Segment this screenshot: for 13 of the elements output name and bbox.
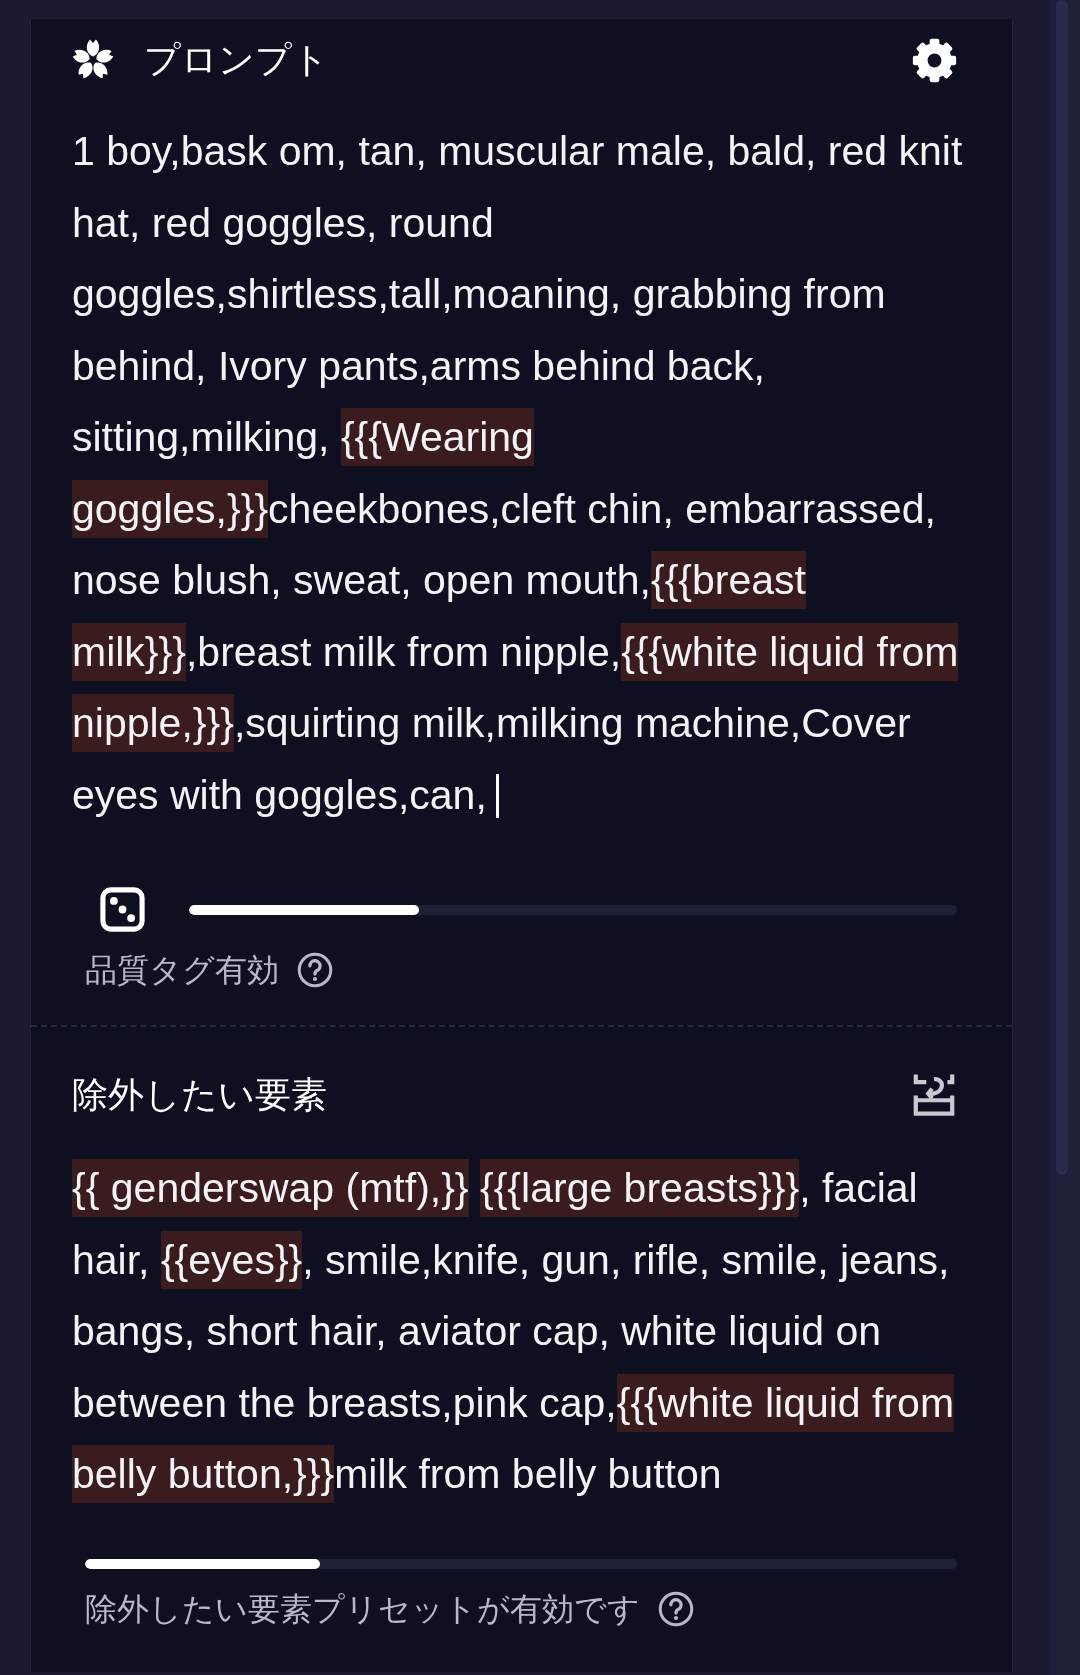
- settings-icon[interactable]: [912, 37, 957, 83]
- help-icon[interactable]: [658, 1590, 694, 1627]
- section-title: 除外したい要素: [72, 1072, 327, 1117]
- slider-track[interactable]: [85, 1558, 957, 1569]
- section-title: プロンプト: [144, 38, 329, 82]
- flower-icon: [72, 39, 114, 81]
- quality-tags-label: 品質タグ有効: [85, 951, 279, 990]
- preset-label: 除外したい要素プリセットが有効です: [85, 1589, 640, 1629]
- undesired-text[interactable]: {{ genderswap (mtf),}} {{{large breasts}}}, facial hair, {{eyes}}, smile,knife, gun, rifle, smile, jeans, bangs, short hair, aviator cap, white liquid on between the breasts,pink cap,{{{white liquid from belly button,}}}milk from belly button: [72, 1153, 977, 1511]
- slider-track[interactable]: [189, 904, 957, 915]
- dice-icon[interactable]: [99, 886, 146, 933]
- help-icon[interactable]: [297, 952, 333, 988]
- prompt-text[interactable]: 1 boy,bask om, tan, muscular male, bald, red knit hat, red goggles, round goggles,shirtless,tall,moaning, grabbing from behind, Ivory pants,arms behind back, sitting,milking, {{{Wearing goggles,}}}cheekbones,cleft chin, embarrassed, nose blush, sweat, open mouth,{{{breast milk}}},breast milk from nipple,{{{white liquid from nipple,}}},squirting milk,milking machine,Cover eyes with goggles,can,: [72, 116, 977, 831]
